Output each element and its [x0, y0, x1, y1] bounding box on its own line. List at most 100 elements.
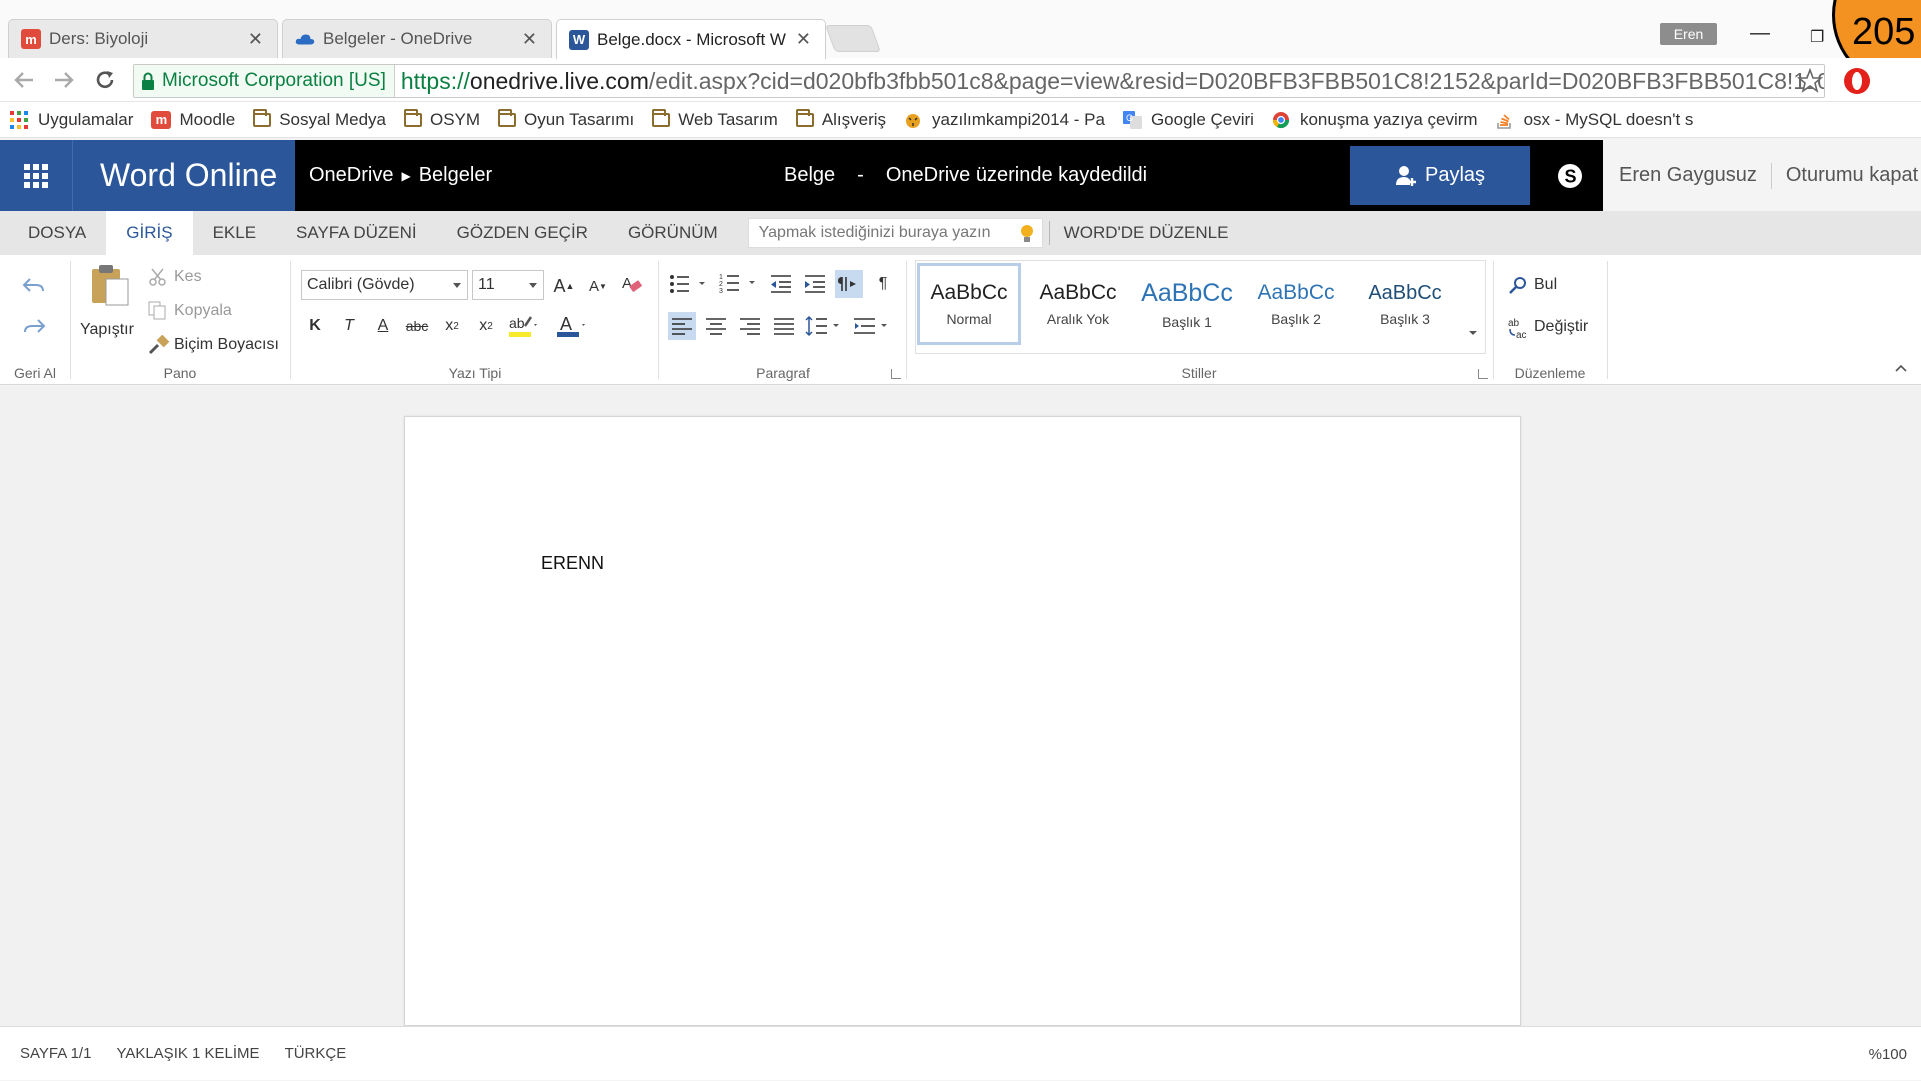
- minimize-icon[interactable]: —: [1750, 22, 1770, 45]
- tab-gorunum[interactable]: GÖRÜNÜM: [608, 211, 738, 255]
- forward-icon[interactable]: [50, 66, 78, 94]
- close-icon[interactable]: ✕: [248, 29, 263, 50]
- cut-label: Kes: [174, 268, 202, 285]
- font-size-select[interactable]: 11: [472, 270, 544, 300]
- numbered-list-icon[interactable]: 123: [718, 270, 758, 298]
- word-count[interactable]: YAKLAŞIK 1 KELİME: [116, 1045, 259, 1062]
- back-icon[interactable]: [10, 66, 38, 94]
- font-family-select[interactable]: Calibri (Gövde): [301, 270, 468, 300]
- shrink-font-icon[interactable]: A ▼: [584, 272, 612, 300]
- italic-button[interactable]: T: [335, 312, 363, 340]
- signout-link[interactable]: Oturumu kapat: [1786, 164, 1918, 187]
- bookmark-star-icon[interactable]: [1797, 68, 1823, 94]
- decrease-indent-icon[interactable]: [767, 270, 795, 298]
- browser-tab-word[interactable]: W Belge.docx - Microsoft Wo ✕: [556, 19, 826, 59]
- close-icon[interactable]: ✕: [796, 29, 811, 50]
- style-normal[interactable]: AaBbCc Normal: [917, 263, 1021, 345]
- chevron-right-icon: ▶: [401, 168, 411, 183]
- bookmark-folder-osym[interactable]: OSYM: [403, 108, 481, 130]
- document-page[interactable]: ERENN: [404, 416, 1521, 1026]
- browser-tab-onedrive[interactable]: Belgeler - OneDrive ✕: [282, 19, 552, 58]
- user-name[interactable]: Eren Gaygusuz: [1619, 164, 1757, 187]
- share-button[interactable]: Paylaş: [1350, 146, 1530, 205]
- svg-text:A: A: [560, 314, 572, 334]
- profile-badge[interactable]: Eren: [1660, 23, 1717, 45]
- app-launcher-button[interactable]: [0, 140, 72, 211]
- paragraph-dialog-launcher-icon[interactable]: [891, 369, 901, 379]
- undo-icon[interactable]: [20, 272, 48, 300]
- align-center-icon[interactable]: [702, 312, 730, 340]
- ltr-direction-icon[interactable]: [835, 270, 863, 298]
- reload-icon[interactable]: [91, 66, 119, 94]
- align-right-icon[interactable]: [736, 312, 764, 340]
- clear-formatting-icon[interactable]: A: [618, 270, 646, 298]
- moodle-icon: m: [151, 110, 172, 129]
- styles-dialog-launcher-icon[interactable]: [1478, 369, 1488, 379]
- bookmark-google-ceviri[interactable]: G Google Çeviri: [1122, 110, 1254, 130]
- subscript-icon[interactable]: x2: [438, 312, 466, 340]
- style-aralik-yok[interactable]: AaBbCc Aralık Yok: [1026, 263, 1130, 345]
- paste-button[interactable]: Yapıştır: [80, 263, 134, 343]
- tab-sayfa-duzeni[interactable]: SAYFA DÜZENİ: [276, 211, 437, 255]
- tab-dosya[interactable]: DOSYA: [0, 211, 106, 255]
- collapse-ribbon-icon[interactable]: [1894, 363, 1908, 373]
- styles-more-icon[interactable]: [1466, 325, 1480, 339]
- font-color-button[interactable]: A: [554, 312, 590, 340]
- document-text[interactable]: ERENN: [541, 553, 604, 574]
- close-icon[interactable]: ✕: [522, 29, 537, 50]
- bookmark-label: Uygulamalar: [38, 109, 134, 129]
- increase-indent-icon[interactable]: [801, 270, 829, 298]
- address-bar[interactable]: Microsoft Corporation [US] https://onedr…: [133, 64, 1825, 98]
- tab-giris[interactable]: GİRİŞ: [106, 211, 193, 255]
- bookmark-moodle[interactable]: m Moodle: [151, 110, 235, 130]
- browser-tab-biyoloji[interactable]: m Ders: Biyoloji ✕: [8, 19, 278, 58]
- line-spacing-icon[interactable]: [804, 312, 844, 340]
- bold-button[interactable]: K: [301, 312, 329, 340]
- bookmark-folder-alisveris[interactable]: Alışveriş: [795, 108, 886, 130]
- bookmark-konusma[interactable]: konuşma yazıya çevirm: [1272, 110, 1478, 130]
- bookmark-mysql[interactable]: osx - MySQL doesn't s: [1496, 110, 1693, 130]
- tab-gozden-gecir[interactable]: GÖZDEN GEÇİR: [437, 211, 608, 255]
- ribbon: Geri Al Yapıştır Kes Kopyala Biçim Boyac…: [0, 255, 1921, 385]
- group-label-editing: Düzenleme: [1514, 365, 1586, 381]
- style-baslik-2[interactable]: AaBbCc Başlık 2: [1244, 263, 1348, 345]
- bookmark-folder-oyun-tasarimi[interactable]: Oyun Tasarımı: [498, 108, 634, 130]
- paintbrush-icon: [148, 335, 170, 355]
- zoom-level[interactable]: %100: [1869, 1027, 1907, 1081]
- align-left-icon[interactable]: [668, 312, 696, 340]
- tab-edit-in-word[interactable]: WORD'DE DÜZENLE: [1064, 211, 1249, 255]
- app-name[interactable]: Word Online: [72, 140, 295, 211]
- bookmark-label: Web Tasarım: [678, 109, 778, 129]
- redo-icon[interactable]: [20, 313, 48, 341]
- bookmark-label: OSYM: [429, 109, 481, 129]
- breadcrumb-belgeler[interactable]: Belgeler: [419, 164, 492, 187]
- language-indicator[interactable]: TÜRKÇE: [285, 1045, 347, 1062]
- tell-me-search[interactable]: Yapmak istediğinizi buraya yazın: [747, 218, 1043, 248]
- opera-extension-icon[interactable]: [1842, 66, 1872, 96]
- bullet-list-icon[interactable]: [668, 270, 708, 298]
- paragraph-spacing-icon[interactable]: [852, 312, 892, 340]
- bookmark-folder-web-tasarim[interactable]: Web Tasarım: [652, 108, 778, 130]
- ev-certificate-badge[interactable]: Microsoft Corporation [US]: [134, 65, 395, 97]
- bookmark-yazilimkampi[interactable]: yazılımkampi2014 - Pa: [904, 110, 1105, 130]
- bookmark-folder-sosyal-medya[interactable]: Sosyal Medya: [253, 108, 386, 130]
- grow-font-icon[interactable]: A ▲: [550, 272, 578, 300]
- restore-icon[interactable]: ❐: [1810, 27, 1824, 47]
- strikethrough-button[interactable]: abc: [403, 312, 431, 340]
- document-name[interactable]: Belge: [784, 164, 835, 187]
- pilcrow-icon[interactable]: ¶: [869, 270, 897, 298]
- superscript-icon[interactable]: x2: [472, 312, 500, 340]
- justify-icon[interactable]: [770, 312, 798, 340]
- highlight-color-button[interactable]: ab: [506, 312, 542, 340]
- url-text[interactable]: https://onedrive.live.com/edit.aspx?cid=…: [395, 68, 1824, 95]
- style-baslik-1[interactable]: AaBbCc Başlık 1: [1135, 263, 1239, 345]
- chrome-icon: [1272, 111, 1292, 129]
- style-baslik-3[interactable]: AaBbCc Başlık 3: [1353, 263, 1457, 345]
- tab-ekle[interactable]: EKLE: [193, 211, 276, 255]
- breadcrumb-onedrive[interactable]: OneDrive: [309, 164, 393, 187]
- new-tab-button[interactable]: [825, 25, 881, 52]
- bookmark-apps[interactable]: Uygulamalar: [10, 110, 133, 130]
- style-sample: AaBbCc: [930, 281, 1008, 304]
- underline-button[interactable]: A: [369, 312, 397, 340]
- skype-button[interactable]: S: [1536, 140, 1603, 211]
